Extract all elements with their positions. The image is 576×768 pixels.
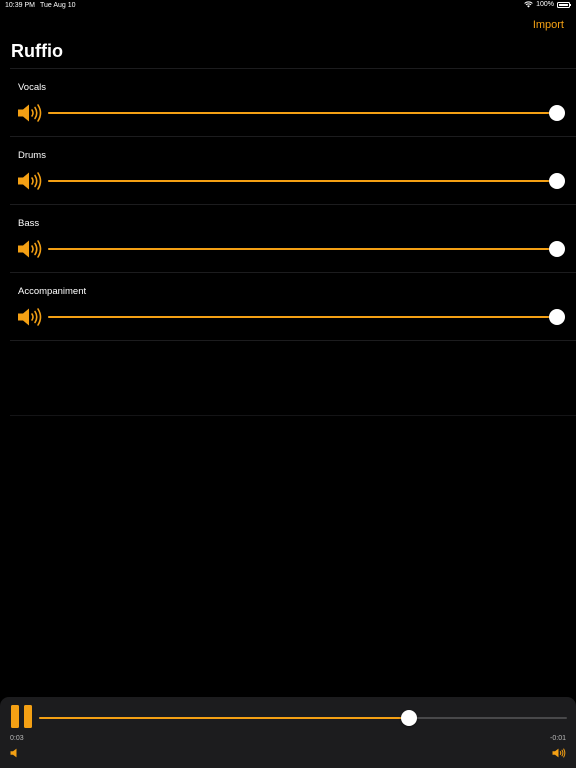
track-label: Vocals <box>18 82 46 93</box>
battery-icon <box>557 1 571 8</box>
volume-max-icon <box>552 748 566 758</box>
volume-slider-fill <box>48 180 557 182</box>
volume-slider[interactable] <box>48 105 565 121</box>
status-bar: 10:39 PM Tue Aug 10 100% <box>0 0 576 12</box>
volume-slider-thumb[interactable] <box>549 309 565 325</box>
status-indicators: 100% <box>524 1 571 8</box>
track-row-vocals: Vocals <box>10 68 576 136</box>
playback-progress-fill <box>39 717 409 719</box>
battery-percent: 100% <box>536 1 554 8</box>
volume-slider-thumb[interactable] <box>549 173 565 189</box>
status-time: 10:39 PM <box>5 2 35 9</box>
track-row-bass: Bass <box>10 204 576 272</box>
page-title: Ruffio <box>11 41 63 61</box>
track-row-accompaniment: Accompaniment <box>10 272 576 340</box>
pause-button[interactable] <box>11 705 33 728</box>
wifi-icon <box>524 1 533 8</box>
speaker-wave-icon[interactable] <box>17 307 44 327</box>
playback-progress-slider[interactable] <box>39 710 567 726</box>
import-button[interactable]: Import <box>533 19 564 31</box>
volume-slider-thumb[interactable] <box>549 105 565 121</box>
pause-icon <box>24 705 32 728</box>
volume-slider-fill <box>48 248 557 250</box>
empty-row <box>10 340 576 416</box>
speaker-wave-icon[interactable] <box>17 171 44 191</box>
remaining-time: -0:01 <box>550 735 566 742</box>
player-bar: 0:03 -0:01 <box>0 697 576 768</box>
volume-slider-fill <box>48 316 557 318</box>
speaker-wave-icon[interactable] <box>17 239 44 259</box>
volume-slider-fill <box>48 112 557 114</box>
pause-icon <box>11 705 19 728</box>
volume-slider[interactable] <box>48 173 565 189</box>
elapsed-time: 0:03 <box>10 735 24 742</box>
status-date: Tue Aug 10 <box>40 2 76 9</box>
track-row-drums: Drums <box>10 136 576 204</box>
volume-slider[interactable] <box>48 241 565 257</box>
volume-slider-thumb[interactable] <box>549 241 565 257</box>
speaker-wave-icon[interactable] <box>17 103 44 123</box>
volume-slider[interactable] <box>48 309 565 325</box>
track-label: Accompaniment <box>18 286 87 297</box>
track-label: Drums <box>18 150 46 161</box>
playback-progress-thumb[interactable] <box>400 710 417 726</box>
volume-min-icon <box>10 748 17 758</box>
track-list: Vocals Drums Bass Accompaniment <box>10 68 576 416</box>
track-label: Bass <box>18 218 40 229</box>
